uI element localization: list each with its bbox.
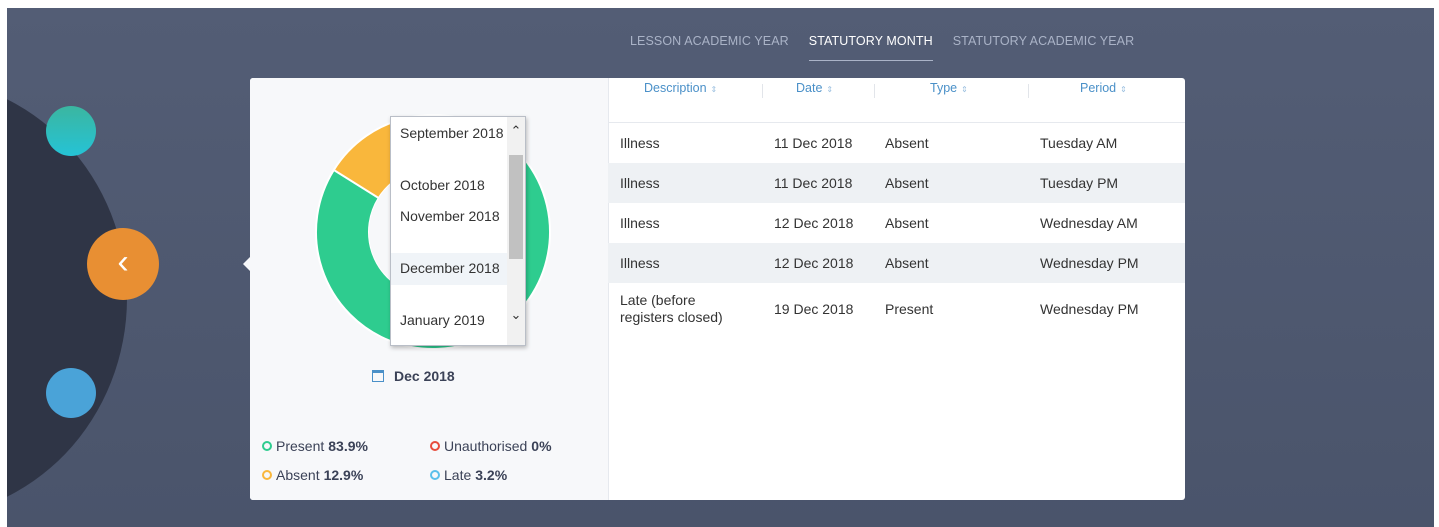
- cell-description: Illness: [620, 255, 660, 271]
- table-header: Description ⇕ Date ⇕ Type ⇕ Period ⇕: [608, 78, 1185, 123]
- chevron-left-icon: ‹: [117, 243, 129, 281]
- present-ring-icon: [262, 441, 272, 451]
- legend-unauthorised: Unauthorised 0%: [430, 438, 552, 454]
- cell-date: 11 Dec 2018: [774, 175, 853, 191]
- column-header-description[interactable]: Description ⇕: [644, 81, 717, 95]
- cell-date: 12 Dec 2018: [774, 215, 854, 231]
- summary-panel: September 2018 October 2018 November 201…: [250, 78, 609, 500]
- legend-value: 12.9%: [323, 467, 364, 483]
- header-divider: [874, 84, 875, 98]
- legend-label: Absent: [276, 467, 320, 483]
- table-row[interactable]: Illness 12 Dec 2018 Absent Wednesday PM: [608, 243, 1185, 283]
- cell-type: Absent: [885, 135, 929, 151]
- view-tabs: LESSON ACADEMIC YEAR STATUTORY MONTH STA…: [630, 34, 1134, 61]
- header-label: Period: [1080, 81, 1117, 95]
- cell-date: 19 Dec 2018: [774, 301, 854, 317]
- late-ring-icon: [430, 470, 440, 480]
- tab-lesson-academic-year[interactable]: LESSON ACADEMIC YEAR: [630, 34, 789, 61]
- absent-ring-icon: [262, 470, 272, 480]
- header-label: Type: [930, 81, 958, 95]
- month-selector[interactable]: Dec 2018: [372, 368, 455, 384]
- table-row[interactable]: Late (before registers closed) 19 Dec 20…: [608, 283, 1185, 335]
- chevron-down-icon[interactable]: ⌄: [507, 306, 525, 324]
- back-button[interactable]: ‹: [87, 228, 159, 300]
- attendance-card: September 2018 October 2018 November 201…: [250, 78, 1185, 500]
- cell-type: Present: [885, 301, 934, 317]
- unauthorised-ring-icon: [430, 441, 440, 451]
- legend-late: Late 3.2%: [430, 467, 507, 483]
- month-option-september-2018[interactable]: September 2018: [391, 124, 513, 142]
- legend-present: Present 83.9%: [262, 438, 368, 454]
- table-row[interactable]: Illness 11 Dec 2018 Absent Tuesday AM: [608, 123, 1185, 163]
- dropdown-scrollbar[interactable]: ⌃ ⌄: [507, 117, 525, 345]
- cell-description: Illness: [620, 135, 660, 151]
- tab-statutory-academic-year[interactable]: STATUTORY ACADEMIC YEAR: [953, 34, 1135, 61]
- legend-label: Present: [276, 438, 325, 454]
- month-option-october-2018[interactable]: October 2018: [391, 176, 513, 194]
- cell-type: Absent: [885, 215, 929, 231]
- sort-icon: ⇕: [826, 85, 834, 94]
- sort-icon: ⇕: [961, 85, 968, 94]
- cell-period: Tuesday PM: [1040, 175, 1119, 191]
- cell-date: 11 Dec 2018: [774, 135, 853, 151]
- legend-absent: Absent 12.9%: [262, 467, 363, 483]
- month-dropdown-list[interactable]: September 2018 October 2018 November 201…: [390, 116, 526, 346]
- legend-value: 3.2%: [475, 467, 508, 483]
- page-background: ‹ LESSON ACADEMIC YEAR STATUTORY MONTH S…: [7, 8, 1434, 527]
- header-divider: [1028, 84, 1029, 98]
- cell-type: Absent: [885, 175, 929, 191]
- month-option-december-2018[interactable]: December 2018: [391, 253, 513, 285]
- blue-circle: [46, 368, 96, 418]
- cell-description: Late (before registers closed): [620, 292, 723, 325]
- table-row[interactable]: Illness 11 Dec 2018 Absent Tuesday PM: [608, 163, 1185, 203]
- cell-period: Wednesday AM: [1040, 215, 1138, 231]
- column-header-type[interactable]: Type ⇕: [930, 81, 968, 95]
- header-label: Description: [644, 81, 707, 95]
- scrollbar-thumb[interactable]: [509, 155, 523, 259]
- month-option-january-2019[interactable]: January 2019: [391, 311, 513, 329]
- column-header-period[interactable]: Period ⇕: [1080, 81, 1127, 95]
- cell-period: Wednesday PM: [1040, 301, 1139, 317]
- cell-description: Illness: [620, 215, 660, 231]
- sort-icon: ⇕: [1120, 85, 1127, 94]
- header-divider: [762, 84, 763, 98]
- cell-date: 12 Dec 2018: [774, 255, 854, 271]
- cell-period: Wednesday PM: [1040, 255, 1139, 271]
- cell-description: Illness: [620, 175, 660, 191]
- month-option-november-2018[interactable]: November 2018: [391, 207, 513, 225]
- teal-circle: [46, 106, 96, 156]
- legend-value: 0%: [531, 438, 552, 454]
- legend-label: Late: [444, 467, 472, 483]
- table-row[interactable]: Illness 12 Dec 2018 Absent Wednesday AM: [608, 203, 1185, 243]
- legend-value: 83.9%: [328, 438, 368, 454]
- cell-period: Tuesday AM: [1040, 135, 1118, 151]
- sort-icon: ⇕: [710, 85, 718, 94]
- column-header-date[interactable]: Date ⇕: [796, 81, 833, 95]
- calendar-icon: [372, 370, 384, 382]
- tab-statutory-month[interactable]: STATUTORY MONTH: [808, 34, 933, 61]
- cell-type: Absent: [885, 255, 929, 271]
- header-label: Date: [796, 81, 823, 95]
- selected-month-label: Dec 2018: [394, 368, 455, 384]
- chevron-up-icon[interactable]: ⌃: [507, 122, 525, 140]
- legend-label: Unauthorised: [444, 438, 528, 454]
